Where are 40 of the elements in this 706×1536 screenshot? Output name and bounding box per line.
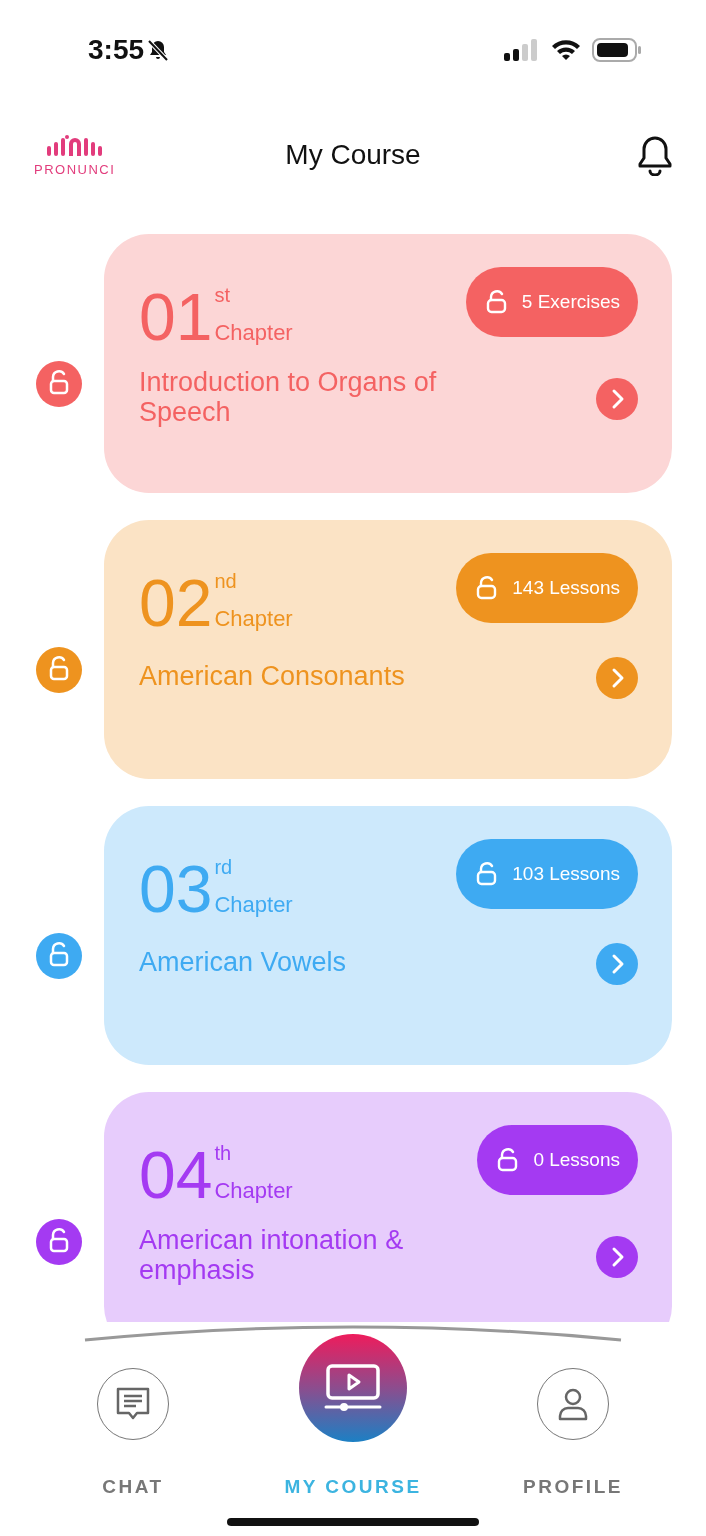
unlocked-icon (476, 576, 499, 600)
chapter-title: American intonation & emphasis (139, 1225, 405, 1285)
chapter-number: 01 (139, 289, 213, 345)
logo: PRONUNCI (34, 133, 116, 177)
chevron-right-icon[interactable] (596, 943, 638, 985)
battery-icon (592, 38, 642, 62)
chapter-label: Chapter (214, 893, 293, 917)
notifications-bell-icon[interactable] (636, 134, 674, 176)
signal-icon (504, 39, 540, 61)
count-label: 103 Lessons (512, 863, 620, 885)
count-label: 0 Lessons (533, 1149, 620, 1171)
count-label: 143 Lessons (512, 577, 620, 599)
ordinal-suffix: th (214, 1142, 233, 1165)
count-label: 5 Exercises (521, 291, 620, 313)
chevron-right-icon[interactable] (596, 657, 638, 699)
chapter-number: 03 (139, 861, 213, 917)
chapter-label: Chapter (214, 607, 293, 631)
chevron-right-icon[interactable] (596, 378, 638, 420)
chapter-title: American Consonants (139, 661, 406, 691)
wifi-icon (550, 38, 582, 62)
status-time: 3:55 (88, 34, 145, 66)
unlocked-icon (497, 1148, 520, 1172)
video-lesson-icon (323, 1363, 383, 1413)
ordinal-suffix: nd (214, 570, 238, 593)
chevron-right-icon[interactable] (596, 1236, 638, 1278)
chapter-label: Chapter (214, 1179, 293, 1203)
chapter-number: 02 (139, 575, 213, 631)
ordinal-suffix: rd (214, 856, 234, 879)
unlocked-icon (485, 290, 508, 314)
nav-tab[interactable]: CHAT (43, 1334, 223, 1498)
page-title: My Course (285, 139, 421, 171)
chapter-title: American Vowels (139, 947, 348, 977)
nav-tab[interactable]: PROFILE (483, 1334, 663, 1498)
unlocked-icon (476, 862, 499, 886)
bell-slash-icon (146, 38, 171, 62)
ordinal-suffix: st (214, 284, 231, 307)
chapter-number: 04 (139, 1147, 213, 1203)
nav-tab[interactable]: MY COURSE (263, 1334, 443, 1498)
chapter-title: Introduction to Organs of Speech (139, 367, 438, 427)
chapter-label: Chapter (214, 321, 293, 345)
